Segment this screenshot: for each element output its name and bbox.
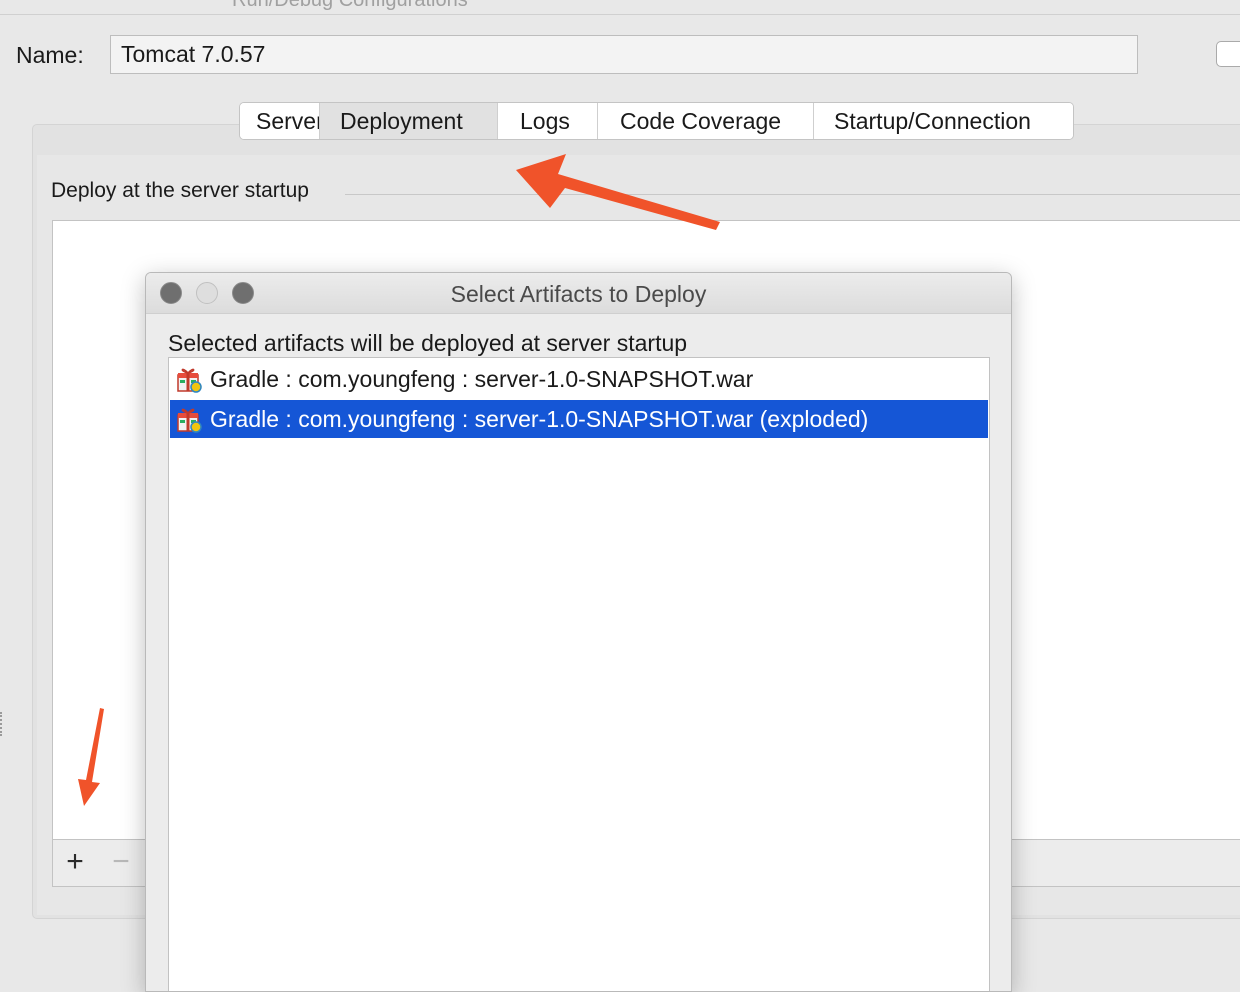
artifact-gift-icon [177, 408, 202, 433]
tab-server[interactable]: Server [240, 103, 324, 139]
name-label: Name: [16, 42, 84, 68]
artifact-item-selected[interactable]: Gradle : com.youngfeng : server-1.0-SNAP… [170, 400, 988, 438]
tab-logs[interactable]: Logs [497, 103, 597, 139]
select-artifacts-dialog: Select Artifacts to Deploy Selected arti… [145, 272, 1012, 992]
section-title: Deploy at the server startup [51, 177, 319, 205]
dialog-description: Selected artifacts will be deployed at s… [168, 330, 688, 356]
share-checkbox[interactable] [1216, 41, 1240, 67]
title-divider [0, 14, 1240, 15]
section-divider [345, 194, 1240, 195]
name-input[interactable] [110, 35, 1138, 74]
artifact-gift-icon [177, 368, 202, 393]
remove-artifact-button[interactable]: − [106, 842, 136, 882]
tab-code-coverage[interactable]: Code Coverage [597, 103, 813, 139]
artifact-label: Gradle : com.youngfeng : server-1.0-SNAP… [210, 405, 869, 432]
artifact-item[interactable]: Gradle : com.youngfeng : server-1.0-SNAP… [170, 360, 988, 398]
add-artifact-button[interactable]: + [60, 842, 90, 882]
tab-startup-connection[interactable]: Startup/Connection [813, 103, 1073, 139]
artifact-label: Gradle : com.youngfeng : server-1.0-SNAP… [210, 365, 754, 392]
tab-bar: Server Deployment Logs Code Coverage Sta… [239, 102, 1074, 140]
tab-deployment[interactable]: Deployment [319, 103, 497, 139]
window-title: Run/Debug Configurations [232, 0, 468, 11]
dialog-titlebar: Select Artifacts to Deploy [146, 273, 1011, 314]
splitter-handle[interactable] [0, 712, 6, 736]
artifact-list: Gradle : com.youngfeng : server-1.0-SNAP… [168, 357, 990, 991]
dialog-title: Select Artifacts to Deploy [450, 281, 707, 307]
